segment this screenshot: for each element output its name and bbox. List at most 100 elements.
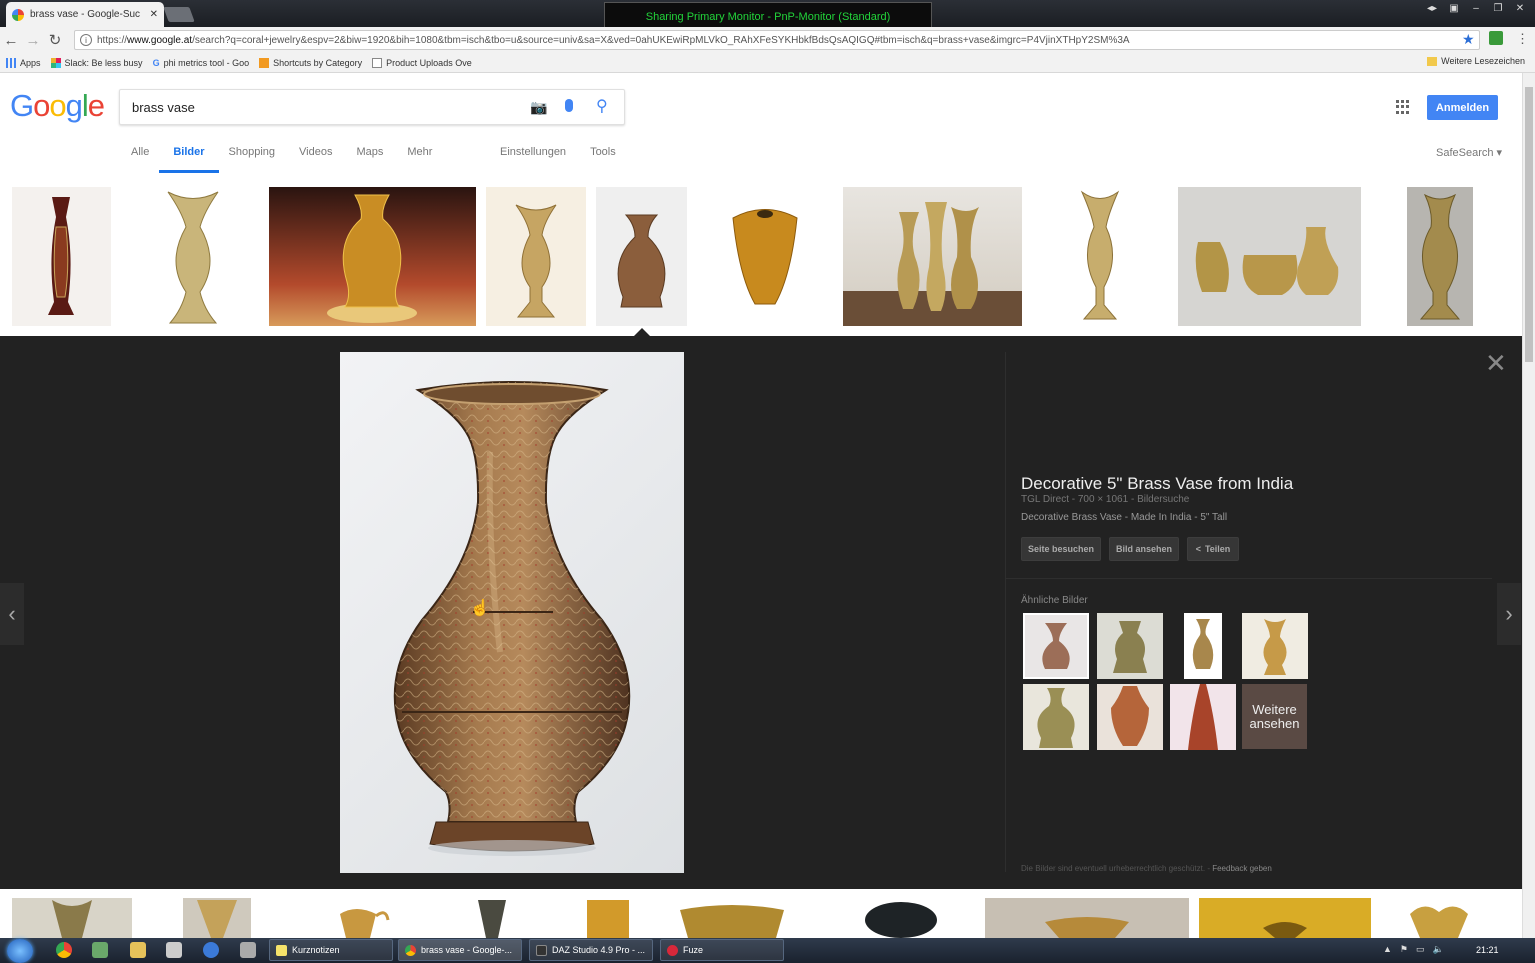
bookmark-label: Shortcuts by Category xyxy=(273,57,363,68)
preview-image[interactable] xyxy=(340,352,684,873)
task-fuze[interactable]: Fuze xyxy=(660,939,784,961)
address-bar[interactable]: i https://www.google.at/search?q=coral+j… xyxy=(74,30,1480,50)
bookmark-product-uploads[interactable]: Product Uploads Ove xyxy=(372,57,472,68)
tray-expand-icon[interactable]: ▲ xyxy=(1383,944,1392,955)
image-result[interactable] xyxy=(140,187,246,326)
image-result[interactable] xyxy=(470,898,514,938)
settings-link[interactable]: Einstellungen xyxy=(500,146,566,158)
forward-arrow-icon[interactable]: → xyxy=(22,29,44,51)
extension-icon[interactable] xyxy=(1489,31,1503,45)
image-result[interactable] xyxy=(862,898,940,938)
other-bookmarks-label: Weitere Lesezeichen xyxy=(1441,56,1525,66)
image-result[interactable] xyxy=(985,898,1189,938)
signin-button[interactable]: Anmelden xyxy=(1427,95,1498,120)
vase-image xyxy=(1045,917,1129,938)
vase-image xyxy=(1410,906,1468,938)
bookmark-shortcuts[interactable]: Shortcuts by Category xyxy=(259,57,363,68)
google-logo[interactable]: Google xyxy=(10,88,105,124)
tool-icon[interactable] xyxy=(166,942,182,958)
previous-image-button[interactable]: ‹ xyxy=(0,583,24,645)
search-input[interactable]: brass vase xyxy=(132,100,195,115)
similar-image[interactable] xyxy=(1170,613,1236,679)
person-icon[interactable]: ▣ xyxy=(1445,2,1463,15)
similar-image[interactable] xyxy=(1023,613,1089,679)
image-result[interactable] xyxy=(1199,898,1371,938)
window-icon[interactable] xyxy=(240,942,256,958)
bookmark-star-icon[interactable]: ★ xyxy=(1462,31,1475,48)
task-kurznotizen[interactable]: Kurznotizen xyxy=(269,939,393,961)
preview-title[interactable]: Decorative 5" Brass Vase from India xyxy=(1021,474,1293,494)
reload-icon[interactable]: ↻ xyxy=(44,29,66,51)
image-result[interactable] xyxy=(729,196,801,310)
task-daz-studio[interactable]: DAZ Studio 4.9 Pro - ... xyxy=(529,939,653,961)
similar-image[interactable] xyxy=(1097,684,1163,750)
image-result[interactable] xyxy=(486,187,586,326)
close-tab-icon[interactable]: ✕ xyxy=(150,9,158,20)
image-result[interactable] xyxy=(676,898,788,938)
back-arrow-icon[interactable]: ← xyxy=(0,29,22,51)
tab-all[interactable]: Alle xyxy=(131,146,149,172)
image-result[interactable] xyxy=(1404,898,1474,938)
minimize-icon[interactable]: – xyxy=(1467,2,1485,15)
bookmark-slack[interactable]: Slack: Be less busy xyxy=(50,57,143,68)
camera-icon[interactable]: 📷 xyxy=(530,99,547,116)
chrome-icon[interactable] xyxy=(56,942,72,958)
menu-dots-icon[interactable]: ⋮ xyxy=(1516,31,1529,47)
tab-maps[interactable]: Maps xyxy=(356,146,383,172)
volume-icon[interactable]: 🔈 xyxy=(1433,944,1444,955)
image-result[interactable] xyxy=(12,898,132,938)
image-result[interactable] xyxy=(183,898,251,938)
safesearch-dropdown[interactable]: SafeSearch ▾ xyxy=(1436,146,1502,159)
google-apps-icon[interactable] xyxy=(1396,100,1410,114)
app-icon[interactable] xyxy=(92,942,108,958)
bookmark-apps[interactable]: Apps xyxy=(6,57,41,68)
visit-page-button[interactable]: Seite besuchen xyxy=(1021,537,1101,561)
image-result[interactable] xyxy=(320,898,392,938)
explorer-folder-icon[interactable] xyxy=(130,942,146,958)
image-result[interactable] xyxy=(1072,187,1128,326)
similar-image[interactable] xyxy=(1170,684,1236,750)
restore-icon[interactable]: ◂▸ xyxy=(1423,2,1441,15)
tab-images[interactable]: Bilder xyxy=(159,146,219,173)
search-icon[interactable]: ⚲ xyxy=(596,96,608,116)
close-window-icon[interactable]: ✕ xyxy=(1511,2,1529,15)
image-result[interactable] xyxy=(596,187,687,326)
feedback-link[interactable]: Feedback geben xyxy=(1212,864,1272,873)
scrollbar-thumb[interactable] xyxy=(1525,87,1533,362)
info-icon[interactable]: i xyxy=(80,34,92,46)
image-result[interactable] xyxy=(269,187,476,326)
image-result[interactable] xyxy=(1178,187,1361,326)
vertical-scrollbar[interactable] xyxy=(1522,73,1535,939)
more-similar-button[interactable]: Weitere ansehen xyxy=(1242,684,1307,749)
vase-image xyxy=(1170,613,1236,679)
maximize-icon[interactable]: ❐ xyxy=(1489,2,1507,15)
image-result[interactable] xyxy=(12,187,111,326)
network-icon[interactable]: ▭ xyxy=(1416,944,1425,955)
next-image-button[interactable]: › xyxy=(1497,583,1521,645)
ie-icon[interactable] xyxy=(203,942,219,958)
task-chrome[interactable]: brass vase - Google-... xyxy=(398,939,522,961)
view-image-button[interactable]: Bild ansehen xyxy=(1109,537,1179,561)
image-result[interactable] xyxy=(843,187,1022,326)
close-preview-icon[interactable]: ✕ xyxy=(1485,348,1507,379)
share-button[interactable]: < Teilen xyxy=(1187,537,1239,561)
browser-tab[interactable]: brass vase - Google-Suc ✕ xyxy=(6,2,164,27)
tab-videos[interactable]: Videos xyxy=(299,146,332,172)
new-tab-button[interactable] xyxy=(163,7,195,22)
tab-more[interactable]: Mehr xyxy=(407,146,432,172)
similar-image[interactable] xyxy=(1023,684,1089,750)
microphone-icon[interactable] xyxy=(565,99,573,112)
start-button[interactable] xyxy=(7,939,33,963)
search-box[interactable]: brass vase 📷 ⚲ xyxy=(119,89,625,125)
tools-link[interactable]: Tools xyxy=(590,146,616,158)
flag-icon[interactable]: ⚑ xyxy=(1400,944,1408,955)
image-result[interactable] xyxy=(583,898,633,938)
tab-shopping[interactable]: Shopping xyxy=(229,146,276,172)
similar-image[interactable] xyxy=(1097,613,1163,679)
other-bookmarks[interactable]: Weitere Lesezeichen xyxy=(1427,56,1525,66)
image-result[interactable] xyxy=(1407,187,1473,326)
taskbar-clock[interactable]: 21:21 xyxy=(1476,945,1499,955)
similar-image[interactable] xyxy=(1242,613,1308,679)
bookmark-phi-metrics[interactable]: Gphi metrics tool - Goo xyxy=(153,58,250,68)
vase-image xyxy=(1419,193,1461,320)
